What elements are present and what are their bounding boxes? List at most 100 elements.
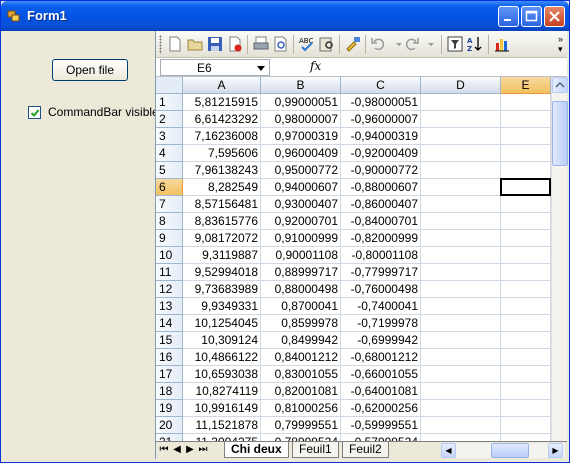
- column-header[interactable]: B: [261, 77, 341, 94]
- table-cell[interactable]: -0,94000319: [341, 128, 421, 145]
- table-cell[interactable]: 6,61423292: [183, 111, 261, 128]
- table-cell[interactable]: -0,82000999: [341, 230, 421, 247]
- column-header[interactable]: A: [183, 77, 261, 94]
- table-cell[interactable]: [421, 196, 501, 213]
- table-cell[interactable]: [421, 247, 501, 264]
- table-cell[interactable]: [421, 264, 501, 281]
- table-cell[interactable]: [501, 213, 551, 230]
- table-cell[interactable]: [501, 332, 551, 349]
- print-icon[interactable]: [252, 35, 270, 53]
- table-cell[interactable]: 10,9916149: [183, 400, 261, 417]
- row-header[interactable]: 17: [156, 366, 183, 383]
- table-cell[interactable]: 10,1254045: [183, 315, 261, 332]
- tab-feuil2[interactable]: Feuil2: [342, 442, 389, 458]
- table-cell[interactable]: -0,80001108: [341, 247, 421, 264]
- table-cell[interactable]: [501, 417, 551, 434]
- table-cell[interactable]: [421, 213, 501, 230]
- table-cell[interactable]: 7,96138243: [183, 162, 261, 179]
- table-cell[interactable]: [421, 366, 501, 383]
- row-header[interactable]: 2: [156, 111, 183, 128]
- maximize-button[interactable]: [521, 6, 542, 27]
- table-cell[interactable]: 9,9349331: [183, 298, 261, 315]
- row-header[interactable]: 6: [156, 179, 183, 196]
- row-header[interactable]: 12: [156, 281, 183, 298]
- minimize-button[interactable]: [498, 6, 519, 27]
- toolbar-overflow-icon[interactable]: » ▾: [558, 34, 566, 54]
- table-cell[interactable]: [421, 298, 501, 315]
- table-cell[interactable]: 8,282549: [183, 179, 261, 196]
- tab-chi-deux[interactable]: Chi deux: [224, 442, 289, 458]
- table-cell[interactable]: [501, 162, 551, 179]
- tab-feuil1[interactable]: Feuil1: [292, 442, 339, 458]
- row-header[interactable]: 11: [156, 264, 183, 281]
- column-header[interactable]: E: [501, 77, 551, 94]
- sort-icon[interactable]: AZ: [466, 35, 484, 53]
- table-cell[interactable]: [421, 111, 501, 128]
- table-cell[interactable]: 11,1521878: [183, 417, 261, 434]
- table-cell[interactable]: 0,91000999: [261, 230, 341, 247]
- table-cell[interactable]: 10,8274119: [183, 383, 261, 400]
- table-cell[interactable]: [501, 400, 551, 417]
- scroll-right-button[interactable]: ▶: [548, 443, 563, 458]
- table-cell[interactable]: 0,97000319: [261, 128, 341, 145]
- table-cell[interactable]: -0,86000407: [341, 196, 421, 213]
- name-box[interactable]: E6: [160, 59, 270, 76]
- table-cell[interactable]: -0,90000772: [341, 162, 421, 179]
- table-cell[interactable]: 9,73683989: [183, 281, 261, 298]
- row-header[interactable]: 19: [156, 400, 183, 417]
- table-cell[interactable]: [501, 247, 551, 264]
- table-cell[interactable]: 9,08172072: [183, 230, 261, 247]
- table-cell[interactable]: 8,83615776: [183, 213, 261, 230]
- checkbox-box[interactable]: [28, 106, 41, 119]
- spelling-icon[interactable]: ABC: [298, 35, 316, 53]
- table-cell[interactable]: 0,79999551: [261, 417, 341, 434]
- table-cell[interactable]: 9,52994018: [183, 264, 261, 281]
- table-cell[interactable]: [421, 315, 501, 332]
- table-cell[interactable]: 9,3119887: [183, 247, 261, 264]
- research-icon[interactable]: [318, 35, 336, 53]
- toolbar-grip[interactable]: [159, 35, 162, 54]
- table-cell[interactable]: 0,95000772: [261, 162, 341, 179]
- table-cell[interactable]: 0,90001108: [261, 247, 341, 264]
- row-header[interactable]: 4: [156, 145, 183, 162]
- table-cell[interactable]: [501, 111, 551, 128]
- close-button[interactable]: [544, 6, 565, 27]
- row-header[interactable]: 10: [156, 247, 183, 264]
- table-cell[interactable]: [501, 366, 551, 383]
- table-cell[interactable]: [501, 383, 551, 400]
- column-header[interactable]: D: [421, 77, 501, 94]
- save-icon[interactable]: [206, 35, 224, 53]
- table-cell[interactable]: 0,81000256: [261, 400, 341, 417]
- chevron-down-icon[interactable]: [257, 66, 265, 71]
- undo-icon[interactable]: [370, 35, 388, 53]
- table-cell[interactable]: 10,6593038: [183, 366, 261, 383]
- permission-icon[interactable]: [226, 35, 244, 53]
- open-folder-icon[interactable]: [186, 35, 204, 53]
- table-cell[interactable]: 0,98000007: [261, 111, 341, 128]
- table-cell[interactable]: [501, 128, 551, 145]
- table-cell[interactable]: 10,4866122: [183, 349, 261, 366]
- table-cell[interactable]: [421, 383, 501, 400]
- horizontal-scroll-thumb[interactable]: [491, 443, 529, 458]
- select-all-corner[interactable]: [156, 77, 183, 94]
- table-cell[interactable]: -0,96000007: [341, 111, 421, 128]
- table-cell[interactable]: 0,88999717: [261, 264, 341, 281]
- row-header[interactable]: 15: [156, 332, 183, 349]
- redo-icon[interactable]: [402, 35, 420, 53]
- table-cell[interactable]: -0,7199978: [341, 315, 421, 332]
- title-bar[interactable]: Form1: [1, 1, 569, 31]
- row-header[interactable]: 8: [156, 213, 183, 230]
- table-cell[interactable]: [421, 162, 501, 179]
- new-icon[interactable]: [166, 35, 184, 53]
- table-cell[interactable]: [501, 145, 551, 162]
- table-cell[interactable]: [501, 315, 551, 332]
- table-cell[interactable]: [501, 196, 551, 213]
- last-sheet-icon[interactable]: ⏭: [197, 443, 209, 457]
- table-cell[interactable]: [501, 298, 551, 315]
- redo-dropdown-icon[interactable]: [422, 35, 440, 53]
- table-cell[interactable]: 7,595606: [183, 145, 261, 162]
- print-preview-icon[interactable]: [272, 35, 290, 53]
- row-header[interactable]: 3: [156, 128, 183, 145]
- table-cell[interactable]: 0,94000607: [261, 179, 341, 196]
- table-cell[interactable]: -0,88000607: [341, 179, 421, 196]
